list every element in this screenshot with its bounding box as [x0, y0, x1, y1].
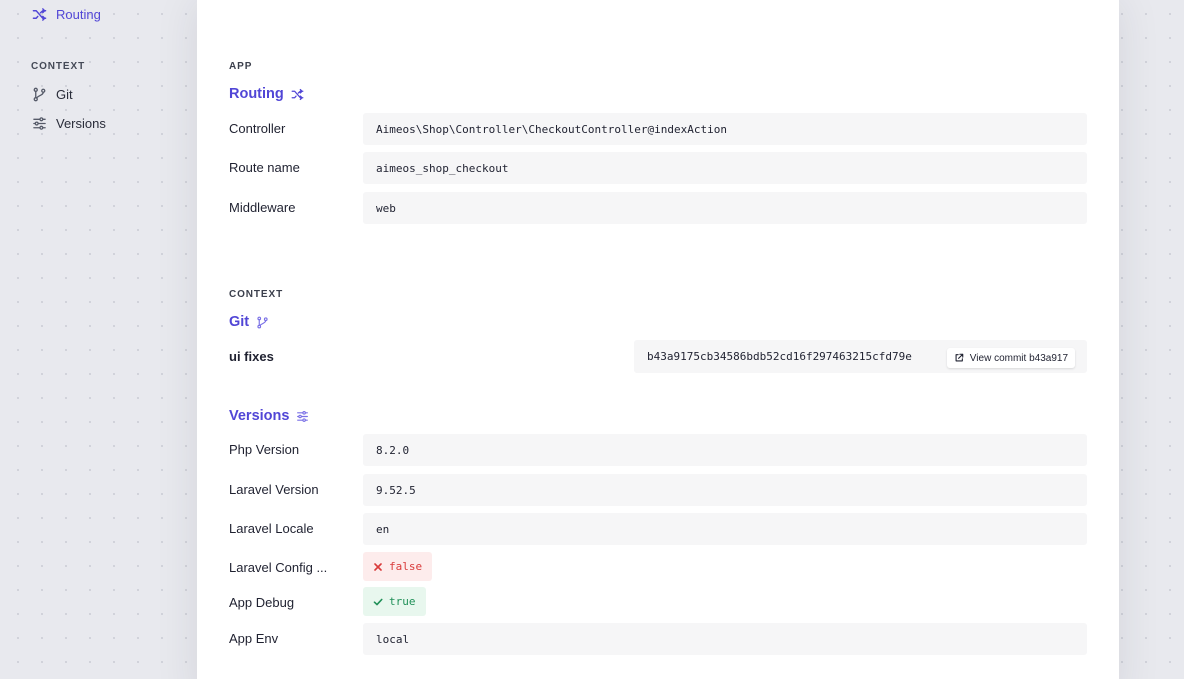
- git-section-title[interactable]: Git: [229, 314, 269, 330]
- versions-section-title[interactable]: Versions: [229, 408, 309, 424]
- app-env-label: App Env: [229, 631, 279, 646]
- context-section-label: CONTEXT: [229, 289, 284, 300]
- laravel-config-label: Laravel Config ...: [229, 560, 328, 575]
- sidebar-item-label: Git: [56, 86, 73, 102]
- sidebar-item-routing[interactable]: Routing: [32, 4, 101, 24]
- context-card: APP Routing Controller Aimeos\Shop\Contr…: [197, 0, 1119, 679]
- php-version-value: 8.2.0: [363, 434, 1087, 466]
- controller-value: Aimeos\Shop\Controller\CheckoutControlle…: [363, 113, 1087, 145]
- git-commit-hash: b43a9175cb34586bdb52cd16f297463215cfd79e: [647, 350, 912, 363]
- laravel-config-text: false: [389, 560, 423, 573]
- laravel-locale-label: Laravel Locale: [229, 521, 314, 536]
- routing-section-title[interactable]: Routing: [229, 86, 304, 102]
- middleware-label: Middleware: [229, 200, 296, 215]
- laravel-version-label: Laravel Version: [229, 482, 319, 497]
- shuffle-icon: [32, 7, 47, 21]
- external-link-icon: [955, 353, 964, 362]
- app-debug-value: true: [363, 587, 426, 616]
- sidebar: Routing CONTEXT Git Versions: [0, 0, 197, 679]
- cross-icon: [374, 562, 382, 571]
- git-title-text: Git: [229, 314, 250, 330]
- laravel-locale-value: en: [363, 513, 1087, 545]
- sidebar-item-git[interactable]: Git: [32, 84, 73, 104]
- app-debug-text: true: [389, 595, 416, 608]
- sliders-icon: [297, 410, 309, 422]
- sidebar-context-heading: CONTEXT: [31, 61, 86, 72]
- app-env-value: local: [363, 623, 1087, 655]
- view-commit-button[interactable]: View commit b43a917: [946, 348, 1075, 368]
- route-name-label: Route name: [229, 160, 300, 175]
- sidebar-item-label: Versions: [56, 115, 106, 131]
- versions-title-text: Versions: [229, 408, 290, 424]
- git-commit-message: ui fixes: [229, 349, 274, 364]
- route-name-value: aimeos_shop_checkout: [363, 152, 1087, 184]
- app-section-label: APP: [229, 61, 253, 72]
- sliders-icon: [33, 116, 46, 130]
- view-commit-label: View commit b43a917: [969, 352, 1068, 364]
- app-debug-label: App Debug: [229, 595, 295, 610]
- php-version-label: Php Version: [229, 442, 300, 457]
- check-icon: [373, 598, 383, 605]
- controller-label: Controller: [229, 121, 286, 136]
- shuffle-icon: [291, 88, 304, 100]
- laravel-config-value: false: [363, 552, 433, 581]
- routing-title-text: Routing: [229, 86, 284, 102]
- git-branch-icon: [257, 316, 268, 328]
- git-hash-box: b43a9175cb34586bdb52cd16f297463215cfd79e…: [634, 340, 1087, 373]
- git-branch-icon: [33, 87, 46, 101]
- middleware-value: web: [363, 192, 1087, 224]
- sidebar-item-versions[interactable]: Versions: [32, 113, 106, 133]
- laravel-version-value: 9.52.5: [363, 474, 1087, 506]
- sidebar-item-label: Routing: [56, 6, 101, 22]
